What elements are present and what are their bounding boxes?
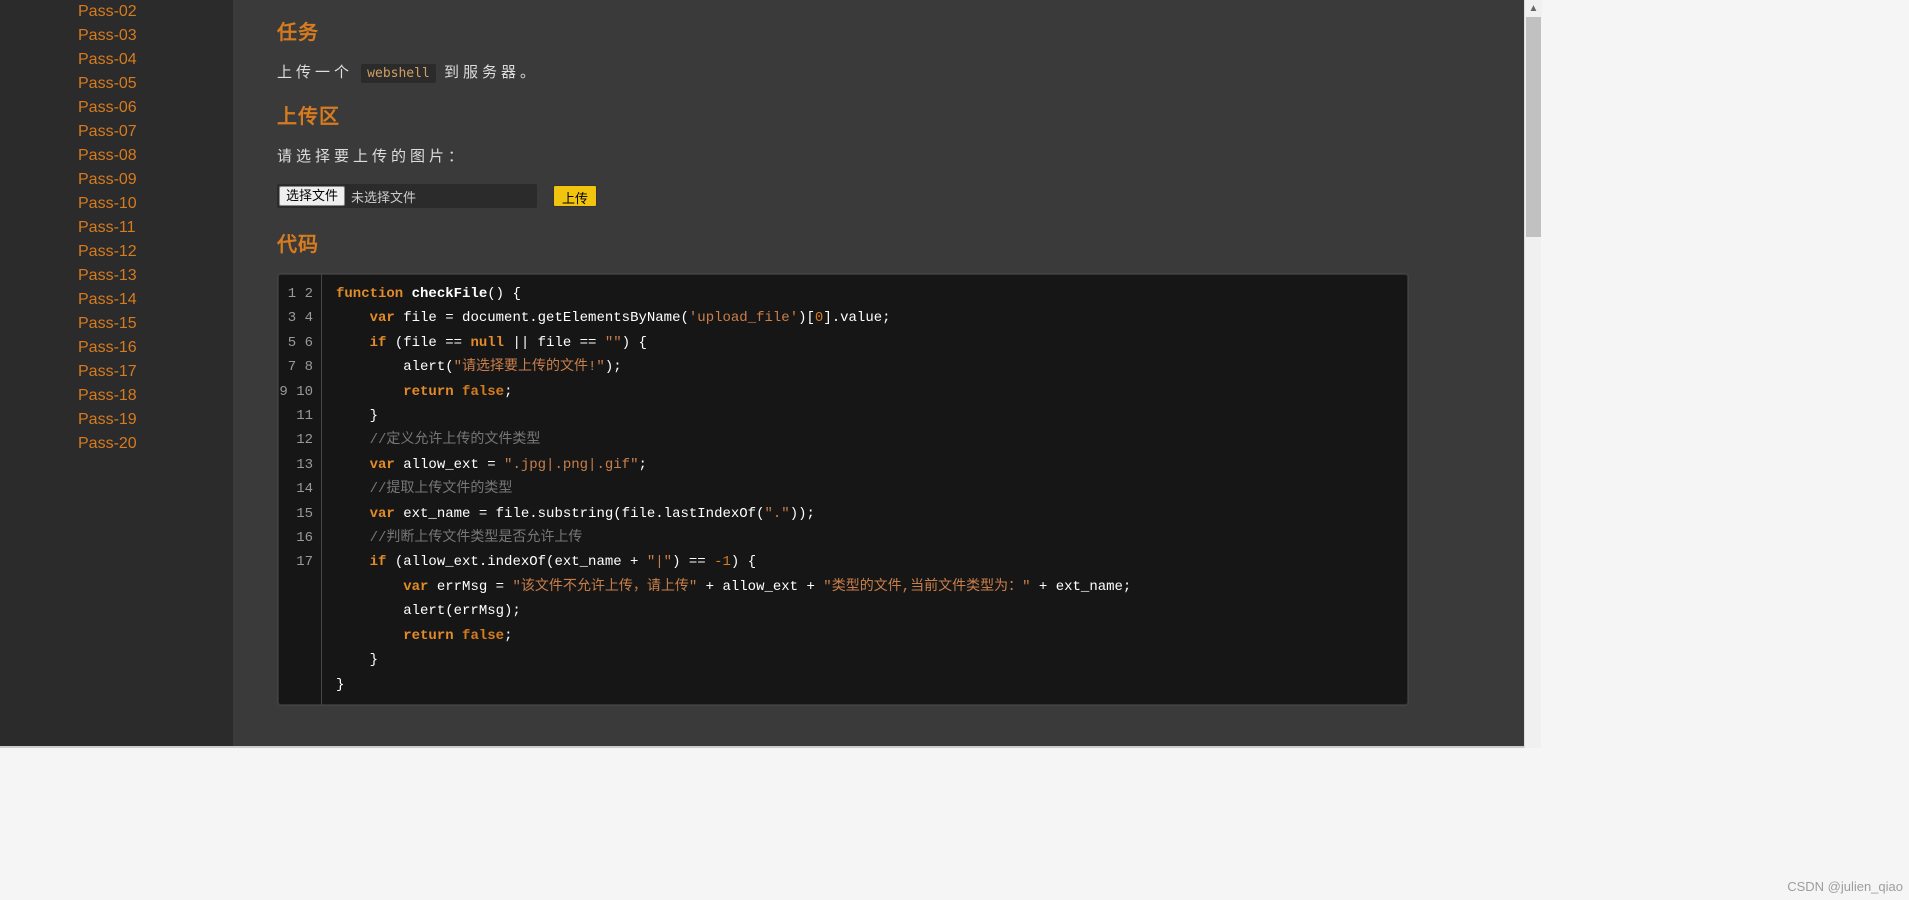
file-status-text: 未选择文件 xyxy=(347,187,416,206)
sidebar-item-pass-03[interactable]: Pass-03 xyxy=(78,24,233,48)
task-code-tag: webshell xyxy=(361,64,436,83)
main-content: 任务 上传一个 webshell 到服务器。 上传区 请选择要上传的图片： 选择… xyxy=(233,0,1541,746)
sidebar-item-pass-19[interactable]: Pass-19 xyxy=(78,408,233,432)
sidebar-item-pass-15[interactable]: Pass-15 xyxy=(78,312,233,336)
sidebar-item-pass-07[interactable]: Pass-07 xyxy=(78,120,233,144)
upload-button[interactable]: 上传 xyxy=(553,185,597,207)
sidebar-item-pass-08[interactable]: Pass-08 xyxy=(78,144,233,168)
sidebar-item-pass-02[interactable]: Pass-02 xyxy=(78,0,233,24)
watermark: CSDN @julien_qiao xyxy=(1787,879,1903,894)
task-heading: 任务 xyxy=(277,16,1517,45)
sidebar-item-pass-20[interactable]: Pass-20 xyxy=(78,432,233,456)
task-description: 上传一个 webshell 到服务器。 xyxy=(277,61,1517,82)
code-block: 1 2 3 4 5 6 7 8 9 10 11 12 13 14 15 16 1… xyxy=(277,273,1409,706)
sidebar-item-pass-16[interactable]: Pass-16 xyxy=(78,336,233,360)
task-text-suffix: 到服务器。 xyxy=(436,64,539,81)
sidebar: Pass-01Pass-02Pass-03Pass-04Pass-05Pass-… xyxy=(0,0,233,746)
sidebar-item-pass-06[interactable]: Pass-06 xyxy=(78,96,233,120)
vertical-scrollbar[interactable]: ▲ xyxy=(1524,0,1541,748)
upload-form: 选择文件 未选择文件 上传 xyxy=(277,184,1517,208)
sidebar-list: Pass-01Pass-02Pass-03Pass-04Pass-05Pass-… xyxy=(0,0,233,456)
scroll-up-button[interactable]: ▲ xyxy=(1525,0,1542,17)
app-viewport: Pass-01Pass-02Pass-03Pass-04Pass-05Pass-… xyxy=(0,0,1541,748)
sidebar-item-pass-12[interactable]: Pass-12 xyxy=(78,240,233,264)
file-input[interactable]: 选择文件 未选择文件 xyxy=(277,184,537,208)
sidebar-item-pass-11[interactable]: Pass-11 xyxy=(78,216,233,240)
task-text-prefix: 上传一个 xyxy=(277,64,361,81)
code-heading: 代码 xyxy=(277,228,1517,257)
sidebar-item-pass-10[interactable]: Pass-10 xyxy=(78,192,233,216)
sidebar-item-pass-05[interactable]: Pass-05 xyxy=(78,72,233,96)
sidebar-item-pass-09[interactable]: Pass-09 xyxy=(78,168,233,192)
sidebar-item-pass-04[interactable]: Pass-04 xyxy=(78,48,233,72)
code-content: function checkFile() { var file = docume… xyxy=(322,274,1131,705)
sidebar-item-pass-18[interactable]: Pass-18 xyxy=(78,384,233,408)
code-gutter: 1 2 3 4 5 6 7 8 9 10 11 12 13 14 15 16 1… xyxy=(278,274,322,705)
sidebar-item-pass-13[interactable]: Pass-13 xyxy=(78,264,233,288)
choose-file-button[interactable]: 选择文件 xyxy=(279,186,345,206)
upload-instruction: 请选择要上传的图片： xyxy=(277,145,1517,166)
sidebar-item-pass-14[interactable]: Pass-14 xyxy=(78,288,233,312)
upload-heading: 上传区 xyxy=(277,100,1517,129)
scrollbar-thumb[interactable] xyxy=(1526,17,1541,237)
sidebar-item-pass-17[interactable]: Pass-17 xyxy=(78,360,233,384)
